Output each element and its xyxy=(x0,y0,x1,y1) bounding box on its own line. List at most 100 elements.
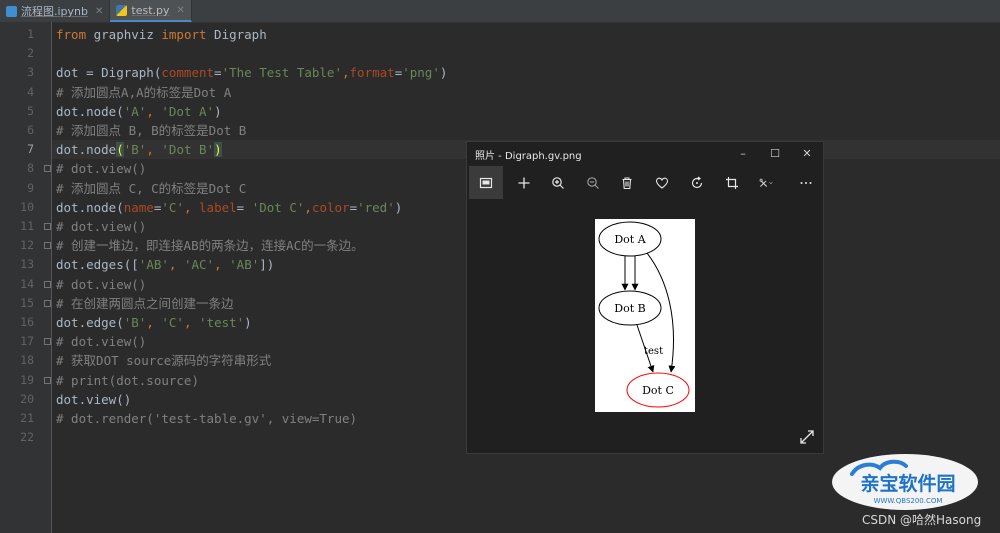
fold-marker-icon[interactable] xyxy=(44,165,51,173)
code-token: 'C' xyxy=(161,315,184,330)
code-token: 'png' xyxy=(402,65,440,81)
crop-button[interactable] xyxy=(715,166,749,199)
fold-marker-icon[interactable] xyxy=(44,242,51,250)
code-token: 'Dot C' xyxy=(251,199,305,215)
code-token: , xyxy=(146,103,162,119)
node-a-label: Dot A xyxy=(614,233,646,246)
minimize-button[interactable]: – xyxy=(735,146,751,162)
rotate-button[interactable] xyxy=(680,166,714,199)
line-number: 13 xyxy=(20,257,34,272)
code-token: ]) xyxy=(259,257,275,273)
close-button[interactable]: ✕ xyxy=(799,146,815,162)
code-token: # dot.view() xyxy=(56,161,147,177)
notebook-file-icon xyxy=(6,5,17,17)
code-token: , xyxy=(304,199,312,215)
edit-tools-button[interactable] xyxy=(749,166,783,199)
code-line-text: # 获取DOT source源码的字符串形式 xyxy=(56,351,271,370)
node-c-label: Dot C xyxy=(642,384,674,397)
code-token: = xyxy=(236,199,252,215)
fold-marker-icon[interactable] xyxy=(44,376,51,384)
code-token: dot.view() xyxy=(56,391,132,407)
tab-test-py-label: test.py xyxy=(131,3,170,17)
tab-notebook[interactable]: 流程图.ipynb ✕ xyxy=(0,0,111,22)
code-token: ( xyxy=(116,142,124,158)
close-icon[interactable]: ✕ xyxy=(177,5,185,16)
code-line[interactable]: dot.node('A', 'Dot A') xyxy=(52,102,1000,121)
code-token: 'The Test Table' xyxy=(221,65,342,81)
code-token: # 添加圆点A,A的标签是Dot A xyxy=(56,84,232,100)
line-number: 2 xyxy=(27,46,34,61)
code-line-text: # dot.view() xyxy=(56,332,146,351)
line-number: 21 xyxy=(20,411,34,425)
code-line[interactable]: # 添加圆点A,A的标签是Dot A xyxy=(52,83,1000,102)
code-token: 'test' xyxy=(199,315,245,330)
code-token: dot.node( xyxy=(56,103,124,119)
code-token: , xyxy=(168,257,184,273)
add-button[interactable] xyxy=(507,166,541,199)
code-token: ) xyxy=(244,315,252,330)
fold-marker-icon[interactable] xyxy=(44,299,51,307)
csdn-credit: CSDN @哈然Hasong xyxy=(862,513,982,527)
add-icon xyxy=(518,177,530,188)
python-file-icon xyxy=(116,4,128,16)
more-options-icon xyxy=(800,181,812,184)
delete-button[interactable] xyxy=(610,166,644,199)
code-token: ) xyxy=(394,199,403,215)
maximize-button[interactable]: ☐ xyxy=(767,146,783,162)
line-number: 12 xyxy=(20,238,34,253)
favorite-button[interactable] xyxy=(645,166,679,199)
code-token: , xyxy=(146,142,162,158)
line-number: 10 xyxy=(20,199,34,214)
code-token: 'B' xyxy=(123,142,147,158)
line-number: 22 xyxy=(20,430,34,445)
code-line[interactable]: from graphviz import Digraph xyxy=(52,25,1000,44)
code-line-text: # 在创建两圆点之间创建一条边 xyxy=(56,294,234,313)
tab-notebook-label: 流程图.ipynb xyxy=(21,5,88,18)
code-token: 'AB' xyxy=(138,257,169,273)
delete-icon xyxy=(622,176,632,189)
code-line[interactable]: # 添加圆点 B, B的标签是Dot B xyxy=(52,121,1000,140)
code-token: ) xyxy=(214,142,222,158)
line-number: 6 xyxy=(27,123,34,137)
line-number: 19 xyxy=(20,372,34,387)
code-token: , xyxy=(183,199,200,215)
gallery-button[interactable] xyxy=(469,166,503,199)
code-token: 'red' xyxy=(357,199,395,215)
code-token: color xyxy=(311,199,350,215)
code-token: import xyxy=(161,27,207,42)
line-number: 8 xyxy=(27,161,34,176)
code-token: # print(dot.source) xyxy=(56,372,199,388)
code-token: # dot.render('test-table.gv', view=True) xyxy=(56,411,358,426)
zoom-out-button[interactable] xyxy=(576,166,610,199)
code-token: Digraph xyxy=(206,27,267,42)
zoom-in-button[interactable] xyxy=(541,166,575,199)
window-title-bar[interactable]: 照片 - Digraph.gv.png – ☐ ✕ xyxy=(467,142,823,166)
fold-marker-icon[interactable] xyxy=(44,223,51,230)
fold-marker-icon[interactable] xyxy=(44,338,51,346)
code-line[interactable] xyxy=(52,44,1000,63)
code-token: ) xyxy=(214,103,222,119)
photos-viewer-window[interactable]: 照片 - Digraph.gv.png – ☐ ✕ Dot A Dot B Do… xyxy=(466,141,824,454)
code-token: dot = Digraph( xyxy=(56,65,162,81)
code-token: , xyxy=(214,257,230,273)
code-line-text: # dot.render('test-table.gv', view=True) xyxy=(56,409,357,428)
line-number: 14 xyxy=(20,276,34,291)
code-line-text: dot.edge('B', 'C', 'test') xyxy=(56,313,252,332)
code-token: from xyxy=(56,27,87,42)
code-token: label xyxy=(199,199,237,215)
code-line-text: # 创建一堆边，即连接AB的两条边，连接AC的一条边。 xyxy=(56,236,364,255)
fold-marker-icon[interactable] xyxy=(44,280,51,288)
code-line[interactable]: dot = Digraph(comment='The Test Table',f… xyxy=(52,63,1000,82)
line-number: 17 xyxy=(20,334,34,349)
close-icon[interactable]: ✕ xyxy=(95,6,103,17)
code-line-text: # 添加圆点A,A的标签是Dot A xyxy=(56,83,231,102)
tab-test-py[interactable]: test.py ✕ xyxy=(110,0,192,22)
code-token: dot.node( xyxy=(56,199,124,215)
watermark-logo-url: WWW.QBS200.COM xyxy=(874,497,943,505)
more-options-button[interactable] xyxy=(789,166,823,199)
code-line-text: dot.view() xyxy=(56,390,131,409)
line-number: 18 xyxy=(20,353,34,368)
code-token: ) xyxy=(439,65,448,81)
fullscreen-button[interactable] xyxy=(799,429,815,445)
code-line-text: # 添加圆点 C, C的标签是Dot C xyxy=(56,179,246,198)
